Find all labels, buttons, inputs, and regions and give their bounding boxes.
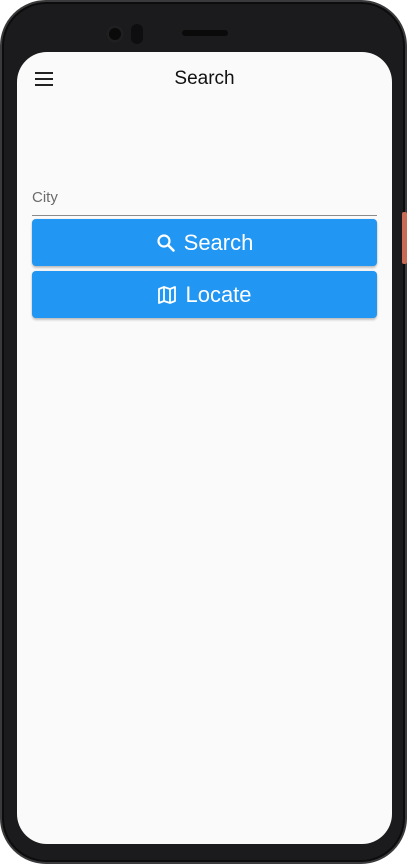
page-title: Search bbox=[174, 68, 235, 89]
earpiece-speaker bbox=[182, 30, 228, 36]
locate-button[interactable]: Locate bbox=[32, 271, 377, 318]
city-input[interactable] bbox=[32, 172, 377, 216]
search-button-label: Search bbox=[183, 229, 254, 255]
search-icon bbox=[156, 233, 176, 253]
search-button[interactable]: Search bbox=[32, 219, 377, 266]
phone-frame: Search Search Locate bbox=[0, 0, 407, 864]
app-bar: Search bbox=[17, 52, 392, 108]
power-button bbox=[402, 212, 407, 264]
app-screen: Search Search Locate bbox=[17, 52, 392, 844]
front-camera bbox=[106, 25, 124, 43]
city-field bbox=[32, 172, 377, 216]
sensor bbox=[131, 24, 143, 44]
locate-button-label: Locate bbox=[185, 281, 252, 307]
map-icon bbox=[157, 285, 177, 305]
